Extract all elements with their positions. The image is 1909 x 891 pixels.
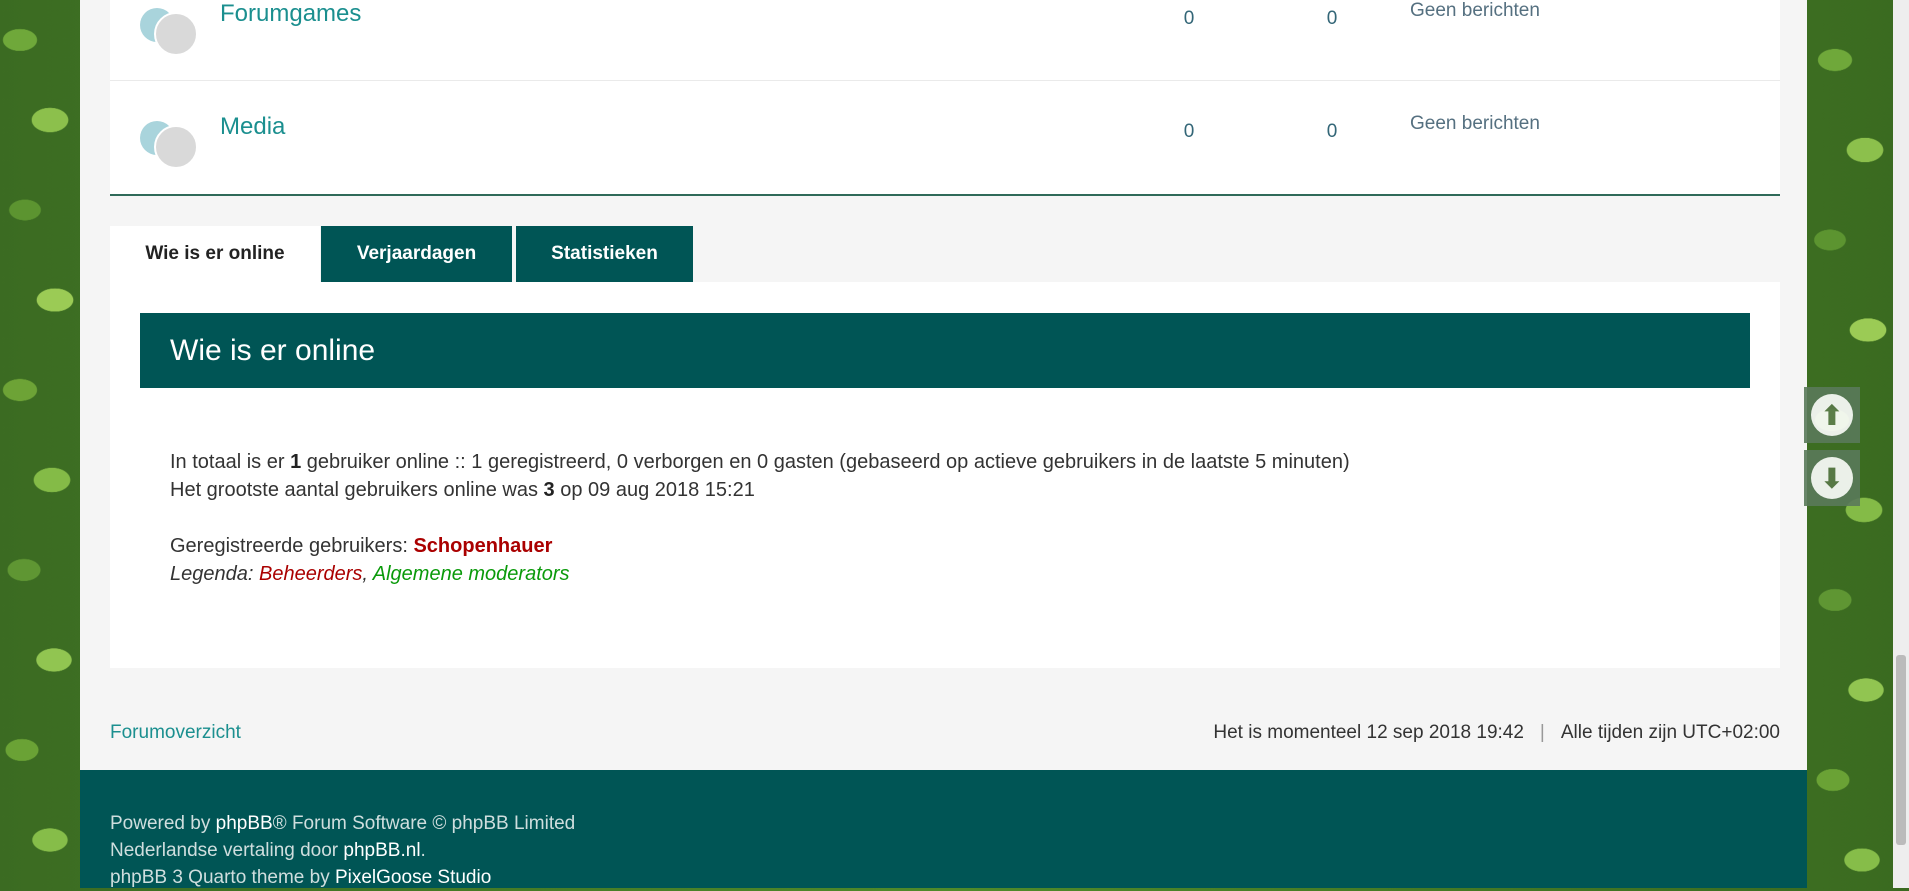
forum-row: Media 0 0 Geen berichten bbox=[110, 81, 1780, 196]
arrow-up-icon: ⬆ bbox=[1811, 394, 1853, 436]
credits: Powered by phpBB® Forum Software © phpBB… bbox=[110, 813, 576, 888]
forum-row: Forumgames 0 0 Geen berichten bbox=[110, 0, 1780, 81]
topic-count: 0 bbox=[1183, 8, 1195, 29]
scroll-down-button[interactable]: ⬇ bbox=[1804, 450, 1860, 506]
legend-moderators-link[interactable]: Algemene moderators bbox=[373, 563, 570, 585]
tab-who-is-online[interactable]: Wie is er online bbox=[110, 226, 320, 282]
panel-heading: Wie is er online bbox=[140, 313, 1750, 388]
registered-users-line: Geregistreerde gebruikers: Schopenhauer bbox=[170, 535, 553, 557]
forum-read-icon bbox=[140, 115, 200, 169]
browser-scrollbar[interactable] bbox=[1893, 0, 1909, 888]
page-footer: Powered by phpBB® Forum Software © phpBB… bbox=[80, 770, 1807, 888]
online-record-line: Het grootste aantal gebruikers online wa… bbox=[170, 479, 755, 501]
footer-time: Het is momenteel 12 sep 2018 19:42 | Alle … bbox=[1213, 722, 1780, 743]
online-total-line: In totaal is er 1 gebruiker online :: 1 … bbox=[170, 451, 1350, 473]
page-wrapper: Forumgames 0 0 Geen berichten Media 0 0 … bbox=[80, 0, 1807, 888]
forum-title-link[interactable]: Forumgames bbox=[220, 0, 361, 28]
arrow-down-icon: ⬇ bbox=[1811, 457, 1853, 499]
forum-title-link[interactable]: Media bbox=[220, 113, 285, 141]
phpbb-nl-link[interactable]: phpBB.nl bbox=[343, 840, 420, 861]
legend-admins-link[interactable]: Beheerders bbox=[259, 563, 362, 585]
user-link-schopenhauer[interactable]: Schopenhauer bbox=[413, 535, 552, 557]
pixelgoose-link[interactable]: PixelGoose Studio bbox=[335, 867, 491, 888]
scrollbar-thumb[interactable] bbox=[1896, 655, 1906, 845]
forum-read-icon bbox=[140, 2, 200, 56]
tab-statistics[interactable]: Statistieken bbox=[516, 226, 693, 282]
online-info: In totaal is er 1 gebruiker online :: 1 … bbox=[170, 448, 1350, 588]
who-is-online-panel: Wie is er online In totaal is er 1 gebru… bbox=[110, 282, 1780, 668]
post-count: 0 bbox=[1326, 121, 1338, 142]
scroll-up-button[interactable]: ⬆ bbox=[1804, 387, 1860, 443]
tab-birthdays[interactable]: Verjaardagen bbox=[321, 226, 512, 282]
phpbb-link[interactable]: phpBB bbox=[216, 813, 273, 834]
post-count: 0 bbox=[1326, 8, 1338, 29]
forum-index-link[interactable]: Forumoverzicht bbox=[110, 722, 241, 744]
section-divider bbox=[110, 194, 1780, 196]
last-post: Geen berichten bbox=[1410, 113, 1540, 134]
last-post: Geen berichten bbox=[1410, 0, 1540, 21]
topic-count: 0 bbox=[1183, 121, 1195, 142]
legend-line: Legenda: Beheerders, Algemene moderators bbox=[170, 563, 570, 585]
